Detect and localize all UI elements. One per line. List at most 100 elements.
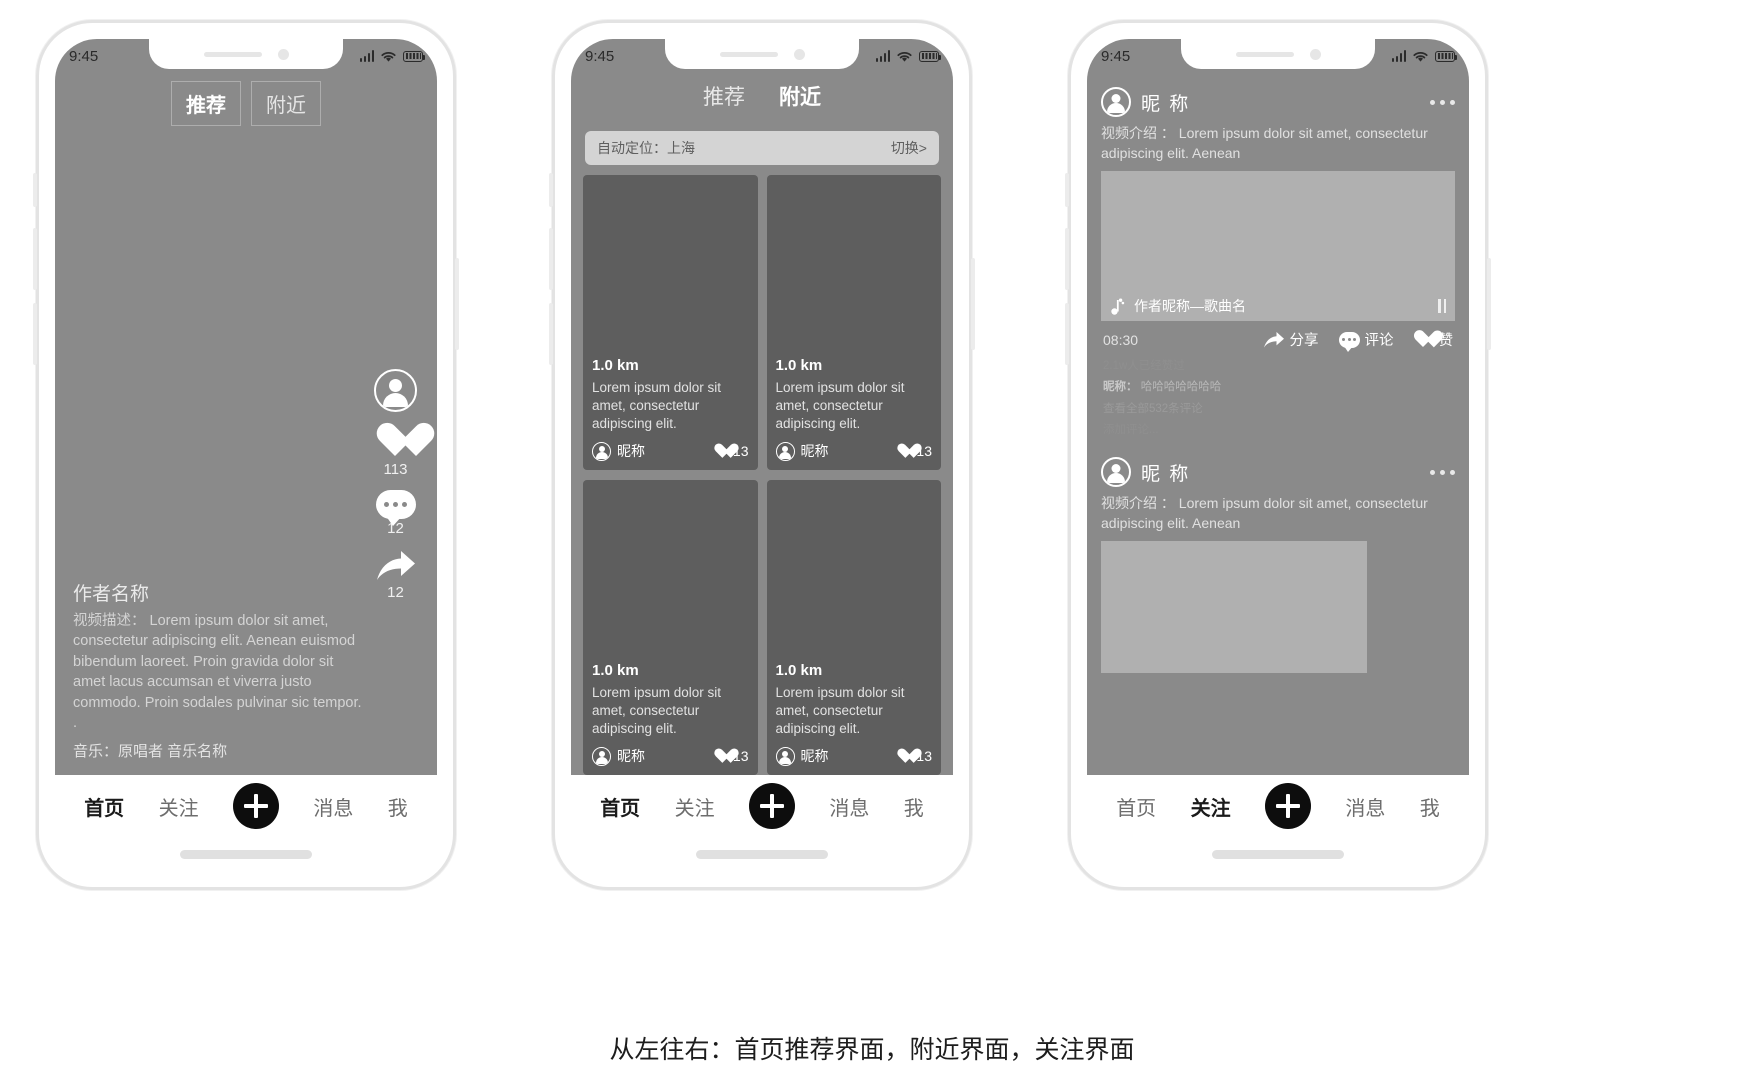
nav-item-following[interactable]: 关注	[675, 792, 715, 821]
comment-button[interactable]: 评论	[1338, 329, 1394, 352]
notch	[149, 39, 343, 69]
share-button[interactable]: 分享	[1263, 329, 1319, 350]
mute-switch[interactable]	[33, 173, 37, 207]
caption-author[interactable]: 作者名称	[73, 579, 367, 606]
view-all-comments[interactable]: 查看全部532条评论	[1103, 399, 1453, 420]
nav-item-home[interactable]: 首页	[600, 792, 640, 821]
media-footer: 作者昵称—歌曲名	[1101, 291, 1455, 321]
home-indicator[interactable]	[696, 850, 828, 859]
nearby-card[interactable]: 1.0 km Lorem ipsum dolor sit amet, conse…	[766, 480, 941, 775]
post-action-row: 08:30 分享 评论 赞	[1101, 321, 1455, 352]
more-dots-icon[interactable]	[1430, 99, 1455, 105]
post-username: 昵 称	[1141, 463, 1191, 485]
card-username: 昵称	[800, 443, 829, 459]
feed-post: 昵 称 视频介绍 ： Lorem ipsum dolor sit amet, c…	[1087, 441, 1469, 674]
plus-icon[interactable]	[232, 783, 279, 829]
card-likes[interactable]: 13	[897, 443, 932, 459]
top-comment[interactable]: 昵称： 哈哈哈哈哈哈哈	[1103, 377, 1453, 398]
like-button[interactable]: 赞	[1414, 329, 1454, 350]
volume-down-button[interactable]	[1065, 303, 1069, 365]
mute-switch[interactable]	[549, 173, 553, 207]
volume-down-button[interactable]	[549, 303, 553, 365]
card-text: Lorem ipsum dolor sit amet, consectetur …	[592, 379, 722, 431]
power-button[interactable]	[1487, 258, 1491, 350]
share-arrow-icon[interactable]	[375, 549, 417, 583]
rail-share[interactable]: 12	[375, 549, 417, 601]
tab-nearby[interactable]: 附近	[251, 81, 321, 126]
volume-up-button[interactable]	[1065, 228, 1069, 290]
post-user[interactable]: 昵 称	[1101, 457, 1191, 488]
nearby-card-grid: 1.0 km Lorem ipsum dolor sit amet, conse…	[583, 175, 941, 775]
add-comment-input[interactable]: 添加评论...	[1103, 420, 1453, 441]
plus-icon[interactable]	[1264, 783, 1311, 829]
status-time: 9:45	[69, 47, 99, 65]
caption-music[interactable]: 音乐：原唱者 音乐名称	[73, 740, 367, 761]
card-likes[interactable]: 13	[897, 748, 932, 764]
status-icons	[359, 50, 425, 63]
power-button[interactable]	[455, 258, 459, 350]
home-indicator[interactable]	[1212, 850, 1344, 859]
volume-up-button[interactable]	[549, 228, 553, 290]
phone-2-nearby: 9:45 推荐 附近 自动定位：上海 切换> 1.0 km Lorem ipsu…	[549, 20, 975, 890]
nav-item-home[interactable]: 首页	[1116, 792, 1156, 821]
following-feed: 9:45 昵 称 视频介绍 ： Lorem ipsum dolor sit am…	[1087, 39, 1469, 775]
video-feed-surface[interactable]: 9:45 推荐 附近 113 12 12 作者名称 视频描述： Lorem ip…	[55, 39, 437, 775]
nav-item-messages[interactable]: 消息	[1345, 792, 1385, 821]
location-switch-button[interactable]: 切换>	[891, 138, 927, 158]
card-likes[interactable]: 13	[714, 443, 749, 459]
nav-item-messages[interactable]: 消息	[829, 792, 869, 821]
tab-recommend[interactable]: 推荐	[703, 81, 745, 111]
nav-item-me[interactable]: 我	[388, 792, 408, 821]
media-song-title[interactable]: 作者昵称—歌曲名	[1134, 296, 1246, 316]
nav-item-home[interactable]: 首页	[84, 792, 124, 821]
wifi-icon	[381, 51, 396, 62]
post-media[interactable]: 作者昵称—歌曲名	[1101, 171, 1455, 322]
rail-like[interactable]: 113	[376, 424, 416, 478]
plus-icon[interactable]	[748, 783, 795, 829]
likes-summary: 2.1w人已经赞过	[1103, 360, 1185, 373]
home-indicator[interactable]	[180, 850, 312, 859]
card-user[interactable]: 昵称	[592, 746, 645, 766]
tab-nearby[interactable]: 附近	[779, 81, 821, 111]
nearby-card[interactable]: 1.0 km Lorem ipsum dolor sit amet, conse…	[766, 175, 941, 470]
user-avatar-icon[interactable]	[374, 369, 417, 412]
card-user[interactable]: 昵称	[775, 746, 829, 766]
heart-icon	[714, 749, 731, 764]
top-tabs: 推荐 附近	[571, 81, 953, 111]
tab-recommend[interactable]: 推荐	[171, 81, 241, 126]
front-camera	[1309, 48, 1321, 60]
share-label: 分享	[1289, 333, 1319, 350]
card-likes[interactable]: 13	[714, 748, 749, 764]
card-user[interactable]: 昵称	[592, 441, 645, 461]
phone-1-home-recommend: 9:45 推荐 附近 113 12 12 作者名称 视频描述： Lorem ip…	[33, 20, 459, 890]
share-arrow-icon	[1263, 331, 1285, 349]
more-dots-icon[interactable]	[1430, 469, 1455, 475]
heart-icon[interactable]	[376, 424, 416, 460]
post-media[interactable]	[1101, 541, 1367, 674]
earpiece-speaker	[203, 51, 262, 57]
pause-icon[interactable]	[1438, 299, 1446, 314]
comment-bubble-icon[interactable]	[375, 490, 416, 526]
user-avatar-icon[interactable]	[1101, 457, 1131, 488]
nearby-card[interactable]: 1.0 km Lorem ipsum dolor sit amet, conse…	[583, 480, 758, 775]
status-time: 9:45	[585, 47, 615, 65]
location-bar[interactable]: 自动定位：上海 切换>	[585, 131, 939, 165]
nearby-card[interactable]: 1.0 km Lorem ipsum dolor sit amet, conse…	[583, 175, 758, 470]
rail-avatar[interactable]	[374, 369, 417, 412]
power-button[interactable]	[971, 258, 975, 350]
post-meta: 2.1w人已经赞过 昵称： 哈哈哈哈哈哈哈 查看全部532条评论 添加评论...	[1101, 350, 1455, 441]
volume-up-button[interactable]	[33, 228, 37, 290]
nav-item-me[interactable]: 我	[904, 792, 924, 821]
nav-item-messages[interactable]: 消息	[313, 792, 353, 821]
nearby-surface: 9:45 推荐 附近 自动定位：上海 切换> 1.0 km Lorem ipsu…	[571, 39, 953, 775]
post-time: 08:30	[1103, 331, 1139, 348]
nav-item-me[interactable]: 我	[1420, 792, 1440, 821]
volume-down-button[interactable]	[33, 303, 37, 365]
card-user[interactable]: 昵称	[775, 441, 829, 461]
nav-item-following[interactable]: 关注	[1191, 792, 1231, 821]
nav-item-following[interactable]: 关注	[159, 792, 199, 821]
mute-switch[interactable]	[1065, 173, 1069, 207]
rail-comment[interactable]: 12	[375, 490, 416, 537]
post-user[interactable]: 昵 称	[1101, 87, 1190, 117]
user-avatar-icon[interactable]	[1101, 87, 1131, 117]
